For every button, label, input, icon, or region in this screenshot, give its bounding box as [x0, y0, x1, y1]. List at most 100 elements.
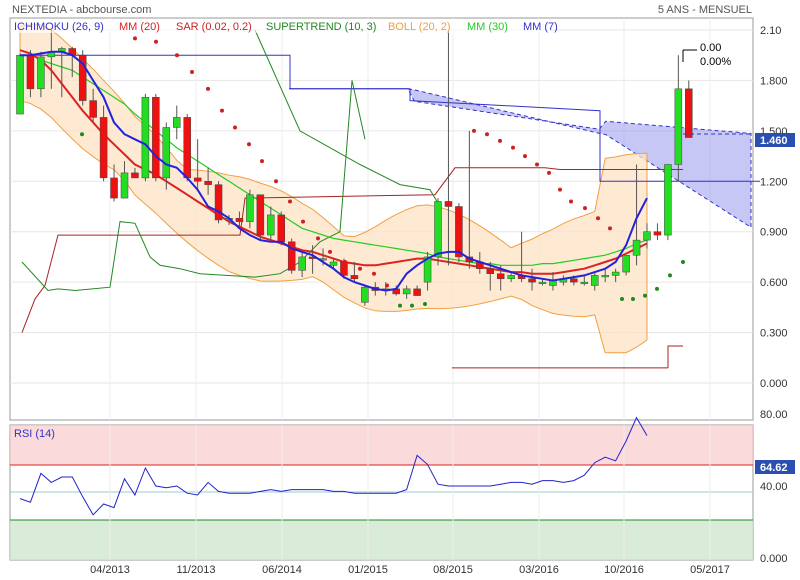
- sar-dot: [133, 36, 137, 41]
- sar-dot: [596, 216, 600, 221]
- sar-dot: [485, 132, 489, 137]
- sar-dot: [569, 199, 573, 204]
- sar-dot: [358, 266, 362, 271]
- rsi-tick-label: 40.00: [760, 481, 788, 493]
- candle-body: [256, 194, 265, 236]
- sar-dot: [511, 145, 515, 150]
- sar-dot: [643, 293, 647, 298]
- candle-body: [16, 54, 24, 115]
- x-tick-label: 10/2016: [604, 564, 644, 576]
- candle-body: [413, 288, 421, 296]
- sar-dot: [316, 236, 320, 241]
- rsi-title: RSI (14): [14, 428, 55, 440]
- sar-dot: [558, 187, 562, 192]
- sar-dot: [535, 162, 539, 167]
- legend-mm7: MM (7): [523, 21, 558, 33]
- candle-body: [173, 117, 181, 128]
- candle-body: [141, 96, 150, 179]
- sar-dot: [608, 226, 612, 231]
- candle-body: [340, 261, 348, 276]
- candle-body: [507, 275, 515, 280]
- sar-dot: [547, 170, 551, 175]
- candle-body: [486, 268, 494, 274]
- sar-dot: [523, 154, 527, 159]
- price-y-axis: 2.101.8001.5001.2000.9000.6000.3000.000: [760, 25, 788, 390]
- candle-body: [267, 214, 275, 236]
- candle-body: [361, 286, 369, 303]
- sar-dot: [472, 128, 476, 133]
- candle-body: [601, 275, 609, 278]
- candle-body: [89, 100, 97, 118]
- candle-body: [110, 177, 118, 199]
- rsi-tick-label: 0.000: [760, 553, 788, 565]
- candle-body: [685, 88, 693, 138]
- candle-body: [528, 278, 536, 283]
- x-tick-label: 01/2015: [348, 564, 388, 576]
- sar-dot: [343, 259, 347, 264]
- rsi-overbought-zone: [10, 425, 753, 465]
- sar-dot: [410, 303, 414, 308]
- sar-dot: [681, 259, 685, 264]
- rsi-tick-label: 80.00: [760, 409, 788, 421]
- candle-body: [455, 206, 463, 258]
- x-tick-label: 06/2014: [262, 564, 302, 576]
- sar-dot: [220, 108, 224, 113]
- candle-body: [193, 177, 202, 182]
- candle-body: [591, 275, 599, 286]
- y-tick-label: 1.800: [760, 75, 788, 87]
- x-tick-label: 03/2016: [519, 564, 559, 576]
- candle-body: [131, 172, 139, 179]
- x-tick-label: 08/2015: [433, 564, 473, 576]
- candle-body: [570, 278, 578, 283]
- sar-dot: [301, 219, 305, 224]
- sar-dot: [260, 159, 264, 164]
- candle-body: [496, 273, 505, 280]
- candle-body: [298, 256, 306, 271]
- stock-chart: NEXTEDIA - abcbourse.com 5 ANS - MENSUEL…: [9, 4, 795, 576]
- y-tick-label: 0.900: [760, 227, 788, 239]
- candle-body: [632, 239, 641, 256]
- chart-title: NEXTEDIA - abcbourse.com: [12, 4, 151, 16]
- sar-dot: [668, 273, 672, 278]
- y-tick-label: 0.000: [760, 378, 788, 390]
- candle-body: [643, 231, 651, 241]
- candle-body: [580, 281, 589, 284]
- sar-dot: [372, 271, 376, 276]
- candle-body: [402, 288, 411, 295]
- legend-sar: SAR (0.02, 0.2): [176, 21, 252, 33]
- y-tick-label: 2.10: [760, 25, 781, 37]
- x-axis: 04/2013 11/2013 06/2014 01/2015 08/2015 03/20…: [90, 564, 730, 576]
- sar-dot: [398, 303, 402, 308]
- candle-body: [611, 271, 620, 276]
- sar-dot: [583, 206, 587, 211]
- legend: ICHIMOKU (26, 9) MM (20) SAR (0.02, 0.2)…: [11, 19, 558, 33]
- sar-dot: [631, 296, 635, 301]
- candle-body: [350, 275, 359, 280]
- candle-body: [434, 201, 442, 258]
- sar-dot: [206, 86, 210, 91]
- candle-body: [204, 181, 212, 185]
- candle-body: [246, 194, 254, 222]
- y-tick-label: 1.200: [760, 176, 788, 188]
- x-tick-label: 11/2013: [177, 564, 216, 576]
- last-price-badge: 1.460: [755, 133, 795, 147]
- candle-body: [664, 164, 672, 236]
- sar-dot: [154, 39, 158, 44]
- sar-dot: [190, 70, 194, 75]
- sar-dot: [620, 296, 624, 301]
- candle-body: [183, 117, 191, 179]
- legend-mm30: MM (30): [467, 21, 508, 33]
- candle-body: [653, 231, 662, 236]
- sar-dot: [175, 53, 179, 58]
- rsi-oversold-zone: [10, 520, 753, 560]
- candle-body: [26, 54, 35, 90]
- sar-dot: [274, 179, 278, 184]
- sar-dot: [385, 283, 389, 288]
- rsi-badge-value: 64.62: [760, 462, 788, 474]
- candle-body: [120, 172, 129, 199]
- annotation-percent: 0.00%: [700, 56, 731, 68]
- period-label: 5 ANS - MENSUEL: [658, 4, 752, 16]
- sar-dot: [247, 142, 251, 147]
- candle-body: [444, 201, 453, 207]
- sar-dot: [80, 132, 84, 137]
